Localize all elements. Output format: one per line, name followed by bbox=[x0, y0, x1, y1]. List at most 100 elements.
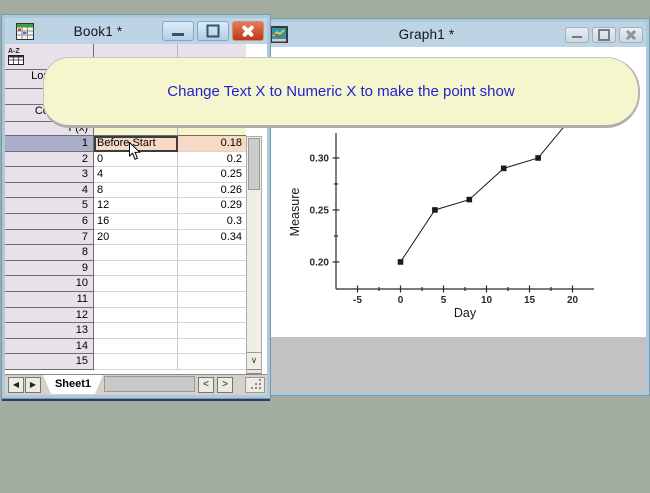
row-header[interactable]: 9 bbox=[5, 261, 94, 277]
chevron-down-icon: ∨ bbox=[251, 355, 258, 365]
table-row: 15 bbox=[5, 354, 246, 370]
cell-col-a[interactable] bbox=[94, 339, 178, 355]
scroll-tabs-right-button[interactable]: > bbox=[217, 377, 233, 393]
cell-col-b[interactable]: 0.3 bbox=[178, 214, 246, 230]
cell-col-b[interactable] bbox=[178, 354, 246, 370]
y-axis-label: Measure bbox=[288, 188, 302, 237]
cell-col-b[interactable]: 0.34 bbox=[178, 230, 246, 246]
graph1-titlebar[interactable]: Graph1 * bbox=[259, 22, 646, 47]
arrow-right-icon: ▶ bbox=[30, 380, 36, 389]
cell-col-b[interactable] bbox=[178, 261, 246, 277]
mouse-cursor bbox=[128, 142, 141, 166]
x-tick-label: 5 bbox=[441, 295, 447, 306]
cell-col-a[interactable]: 4 bbox=[94, 167, 178, 183]
tab-sheet1[interactable]: Sheet1 bbox=[43, 375, 103, 394]
table-row: 7200.34 bbox=[5, 230, 246, 246]
row-header[interactable]: 14 bbox=[5, 339, 94, 355]
x-axis-label: Day bbox=[454, 306, 477, 320]
table-row: 480.26 bbox=[5, 183, 246, 199]
row-header[interactable]: 11 bbox=[5, 292, 94, 308]
cell-col-a[interactable] bbox=[94, 308, 178, 324]
data-point-marker bbox=[501, 166, 507, 172]
minimize-icon bbox=[572, 36, 582, 38]
cell-col-a[interactable] bbox=[94, 261, 178, 277]
table-row: 8 bbox=[5, 245, 246, 261]
row-header[interactable]: 1 bbox=[5, 136, 94, 152]
first-sheet-button[interactable]: ◀ bbox=[8, 377, 24, 393]
graph1-minimize-button[interactable] bbox=[565, 27, 589, 43]
cell-col-a[interactable] bbox=[94, 276, 178, 292]
x-tick-label: 15 bbox=[524, 295, 536, 306]
row-header[interactable]: 15 bbox=[5, 354, 94, 370]
row-header[interactable]: 5 bbox=[5, 198, 94, 214]
cell-col-b[interactable] bbox=[178, 245, 246, 261]
cell-col-b[interactable] bbox=[178, 339, 246, 355]
axes: -5051015200.200.250.30 bbox=[310, 133, 594, 306]
book1-maximize-button[interactable] bbox=[197, 21, 229, 41]
cell-col-b[interactable] bbox=[178, 276, 246, 292]
cell-col-a[interactable]: 16 bbox=[94, 214, 178, 230]
data-point-marker bbox=[467, 197, 473, 203]
row-header[interactable]: 3 bbox=[5, 167, 94, 183]
cell-col-b[interactable] bbox=[178, 323, 246, 339]
arrow-left-icon: ◀ bbox=[13, 380, 19, 389]
book1-titlebar[interactable]: Book1 * bbox=[5, 18, 267, 44]
cell-col-a[interactable] bbox=[94, 323, 178, 339]
row-header[interactable]: 10 bbox=[5, 276, 94, 292]
next-sheet-button[interactable]: ▶ bbox=[25, 377, 41, 393]
x-tick-label: 20 bbox=[567, 295, 579, 306]
table-row: 6160.3 bbox=[5, 214, 246, 230]
table-row: 200.2 bbox=[5, 152, 246, 168]
y-tick-label: 0.20 bbox=[310, 257, 330, 268]
data-point-marker bbox=[535, 155, 541, 161]
cell-col-a[interactable]: 8 bbox=[94, 183, 178, 199]
row-header[interactable]: 7 bbox=[5, 230, 94, 246]
resize-grip[interactable] bbox=[245, 377, 265, 393]
desktop: Graph1 * -5051015200.200.250.30DayMeasur… bbox=[0, 0, 650, 493]
table-row: 13 bbox=[5, 323, 246, 339]
cell-col-b[interactable] bbox=[178, 292, 246, 308]
scroll-down-button[interactable]: ∨ bbox=[247, 352, 261, 368]
cell-col-a[interactable] bbox=[94, 245, 178, 261]
book1-minimize-button[interactable] bbox=[162, 21, 194, 41]
cell-col-b[interactable]: 0.2 bbox=[178, 152, 246, 168]
cell-col-b[interactable]: 0.29 bbox=[178, 198, 246, 214]
row-header[interactable]: 2 bbox=[5, 152, 94, 168]
data-point-marker bbox=[398, 259, 404, 265]
cell-col-a[interactable]: 20 bbox=[94, 230, 178, 246]
cell-col-b[interactable]: 0.26 bbox=[178, 183, 246, 199]
table-row: 5120.29 bbox=[5, 198, 246, 214]
cell-col-a[interactable] bbox=[94, 354, 178, 370]
x-tick-label: 10 bbox=[481, 295, 493, 306]
graph-chart-icon bbox=[270, 26, 288, 43]
book1-close-button[interactable] bbox=[232, 21, 264, 41]
graph1-title: Graph1 * bbox=[288, 27, 565, 42]
y-tick-label: 0.30 bbox=[310, 153, 330, 164]
minimize-icon bbox=[172, 33, 184, 36]
row-header[interactable]: 13 bbox=[5, 323, 94, 339]
scroll-tabs-left-button[interactable]: < bbox=[198, 377, 214, 393]
cell-col-b[interactable]: 0.25 bbox=[178, 167, 246, 183]
sheet-tab-bar: ◀ ▶ Sheet1 < > bbox=[5, 374, 267, 395]
row-header[interactable]: 6 bbox=[5, 214, 94, 230]
graph1-close-button[interactable] bbox=[619, 27, 643, 43]
data-point-marker bbox=[432, 207, 438, 213]
y-tick-label: 0.25 bbox=[310, 205, 330, 216]
vertical-scrollbar[interactable]: ∨ bbox=[246, 136, 262, 375]
worksheet-grid-icon bbox=[16, 23, 34, 40]
cell-col-a[interactable] bbox=[94, 292, 178, 308]
row-header[interactable]: 4 bbox=[5, 183, 94, 199]
graph1-maximize-button[interactable] bbox=[592, 27, 616, 43]
cell-col-a[interactable]: 12 bbox=[94, 198, 178, 214]
cell-col-b[interactable] bbox=[178, 308, 246, 324]
chevron-left-icon: < bbox=[203, 379, 209, 390]
table-row: 340.25 bbox=[5, 167, 246, 183]
worksheet-data-rows: 1Before Start0.18200.2340.25480.265120.2… bbox=[5, 136, 246, 375]
scrollbar-thumb[interactable] bbox=[248, 138, 260, 190]
graph-margin-area bbox=[259, 337, 646, 392]
table-row: 10 bbox=[5, 276, 246, 292]
x-tick-label: 0 bbox=[398, 295, 404, 306]
row-header[interactable]: 8 bbox=[5, 245, 94, 261]
cell-col-b[interactable]: 0.18 bbox=[178, 136, 246, 152]
row-header[interactable]: 12 bbox=[5, 308, 94, 324]
